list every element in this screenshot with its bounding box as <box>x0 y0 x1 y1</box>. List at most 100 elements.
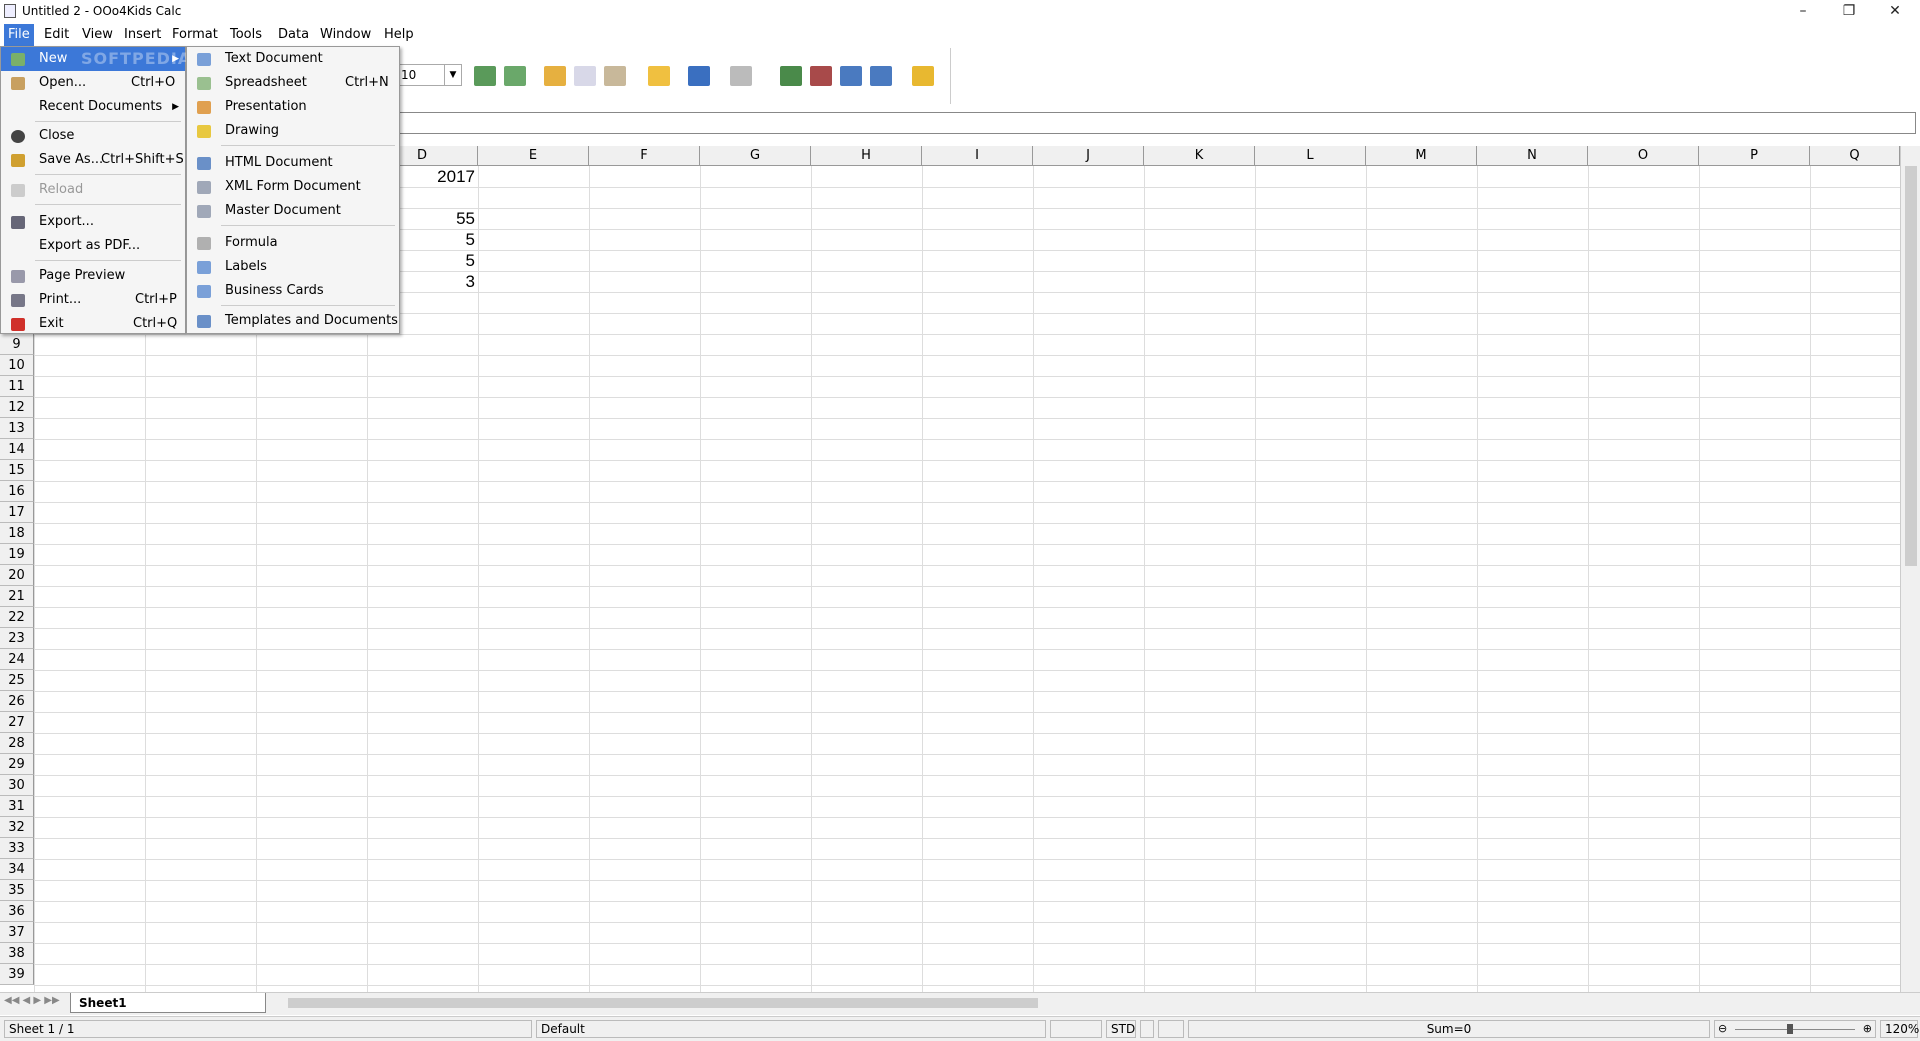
sort-ascending-icon[interactable] <box>840 66 862 86</box>
menu-item-open[interactable]: Open... Ctrl+O <box>1 71 185 95</box>
column-header-l[interactable]: L <box>1255 146 1366 166</box>
submenu-item-business-cards[interactable]: Business Cards <box>187 279 399 303</box>
row-header-28[interactable]: 28 <box>0 733 34 754</box>
clone-formatting-icon[interactable] <box>648 66 670 86</box>
cut-icon[interactable] <box>544 66 566 86</box>
column-header-h[interactable]: H <box>811 146 922 166</box>
submenu-item-html-document[interactable]: HTML Document <box>187 151 399 175</box>
menu-item-print[interactable]: Print... Ctrl+P <box>1 288 185 312</box>
column-header-q[interactable]: Q <box>1810 146 1900 166</box>
menu-item-page-preview[interactable]: Page Preview <box>1 264 185 288</box>
row-header-26[interactable]: 26 <box>0 691 34 712</box>
row-header-17[interactable]: 17 <box>0 502 34 523</box>
page-style[interactable]: Default <box>536 1020 1046 1038</box>
menu-tools[interactable]: Tools <box>228 27 264 42</box>
zoom-out-icon[interactable]: ⊖ <box>1718 1021 1727 1037</box>
copy-icon[interactable] <box>574 66 596 86</box>
vertical-scrollbar[interactable] <box>1900 146 1920 992</box>
submenu-item-spreadsheet[interactable]: Spreadsheet Ctrl+N <box>187 71 399 95</box>
row-header-14[interactable]: 14 <box>0 439 34 460</box>
font-size-box[interactable]: 10 ▼ <box>398 64 462 86</box>
row-header-23[interactable]: 23 <box>0 628 34 649</box>
menu-edit[interactable]: Edit <box>42 27 71 42</box>
formula-input[interactable] <box>398 112 1916 134</box>
delete-decimal-icon[interactable] <box>810 66 832 86</box>
row-header-16[interactable]: 16 <box>0 481 34 502</box>
chart-icon[interactable] <box>912 66 934 86</box>
submenu-item-presentation[interactable]: Presentation <box>187 95 399 119</box>
menu-help[interactable]: Help <box>382 27 416 42</box>
row-header-31[interactable]: 31 <box>0 796 34 817</box>
menu-item-exit[interactable]: Exit Ctrl+Q <box>1 312 185 336</box>
undo-icon[interactable] <box>688 66 710 86</box>
row-header-24[interactable]: 24 <box>0 649 34 670</box>
insert-columns-icon[interactable] <box>504 66 526 86</box>
submenu-item-formula[interactable]: Formula <box>187 231 399 255</box>
zoom-level[interactable]: 120% <box>1880 1020 1919 1038</box>
minimize-button[interactable]: – <box>1780 0 1826 24</box>
submenu-item-text-document[interactable]: Text Document <box>187 47 399 71</box>
column-header-i[interactable]: I <box>922 146 1033 166</box>
menu-window[interactable]: Window <box>318 27 373 42</box>
menu-view[interactable]: View <box>80 27 115 42</box>
column-header-p[interactable]: P <box>1699 146 1810 166</box>
sort-descending-icon[interactable] <box>870 66 892 86</box>
row-header-32[interactable]: 32 <box>0 817 34 838</box>
column-header-f[interactable]: F <box>589 146 700 166</box>
row-header-18[interactable]: 18 <box>0 523 34 544</box>
row-header-10[interactable]: 10 <box>0 355 34 376</box>
row-header-11[interactable]: 11 <box>0 376 34 397</box>
submenu-item-xml-form-document[interactable]: XML Form Document <box>187 175 399 199</box>
column-header-e[interactable]: E <box>478 146 589 166</box>
selection-mode[interactable]: STD <box>1106 1020 1136 1038</box>
submenu-item-master-document[interactable]: Master Document <box>187 199 399 223</box>
column-header-g[interactable]: G <box>700 146 811 166</box>
row-header-25[interactable]: 25 <box>0 670 34 691</box>
add-decimal-icon[interactable] <box>780 66 802 86</box>
row-header-30[interactable]: 30 <box>0 775 34 796</box>
scroll-thumb[interactable] <box>1905 166 1917 566</box>
column-header-n[interactable]: N <box>1477 146 1588 166</box>
row-header-36[interactable]: 36 <box>0 901 34 922</box>
menu-format[interactable]: Format <box>170 27 220 42</box>
zoom-slider[interactable]: ⊖ ⊕ <box>1714 1020 1876 1038</box>
menu-insert[interactable]: Insert <box>122 27 163 42</box>
menu-data[interactable]: Data <box>276 27 311 42</box>
row-header-37[interactable]: 37 <box>0 922 34 943</box>
row-header-35[interactable]: 35 <box>0 880 34 901</box>
row-header-22[interactable]: 22 <box>0 607 34 628</box>
zoom-thumb[interactable] <box>1787 1024 1793 1034</box>
menu-item-recent-documents[interactable]: Recent Documents ▶ <box>1 95 185 119</box>
zoom-in-icon[interactable]: ⊕ <box>1863 1021 1872 1037</box>
row-header-12[interactable]: 12 <box>0 397 34 418</box>
submenu-item-labels[interactable]: Labels <box>187 255 399 279</box>
row-header-15[interactable]: 15 <box>0 460 34 481</box>
row-header-29[interactable]: 29 <box>0 754 34 775</box>
menu-item-close[interactable]: Close <box>1 124 185 148</box>
menu-item-export-pdf[interactable]: Export as PDF... <box>1 234 185 258</box>
row-header-13[interactable]: 13 <box>0 418 34 439</box>
row-header-19[interactable]: 19 <box>0 544 34 565</box>
tab-nav-icon[interactable]: ◀◀ ◀ ▶ ▶▶ <box>4 995 60 1006</box>
menu-file[interactable]: File <box>4 24 34 46</box>
row-header-34[interactable]: 34 <box>0 859 34 880</box>
chevron-down-icon[interactable]: ▼ <box>444 65 461 85</box>
row-header-21[interactable]: 21 <box>0 586 34 607</box>
scroll-thumb[interactable] <box>288 998 1038 1008</box>
tab-sheet1[interactable]: Sheet1 <box>70 993 266 1013</box>
insert-rows-icon[interactable] <box>474 66 496 86</box>
column-header-o[interactable]: O <box>1588 146 1699 166</box>
column-header-j[interactable]: J <box>1033 146 1144 166</box>
row-header-39[interactable]: 39 <box>0 964 34 985</box>
paste-icon[interactable] <box>604 66 626 86</box>
menu-item-save-as[interactable]: Save As... Ctrl+Shift+S <box>1 148 185 172</box>
menu-item-export[interactable]: Export... <box>1 210 185 234</box>
close-button[interactable]: ✕ <box>1872 0 1918 24</box>
maximize-button[interactable]: ❐ <box>1826 0 1872 24</box>
column-header-k[interactable]: K <box>1144 146 1255 166</box>
row-header-38[interactable]: 38 <box>0 943 34 964</box>
toolbar-end-handle[interactable] <box>950 48 961 104</box>
row-header-20[interactable]: 20 <box>0 565 34 586</box>
redo-icon[interactable] <box>730 66 752 86</box>
submenu-item-templates[interactable]: Templates and Documents <box>187 309 399 333</box>
